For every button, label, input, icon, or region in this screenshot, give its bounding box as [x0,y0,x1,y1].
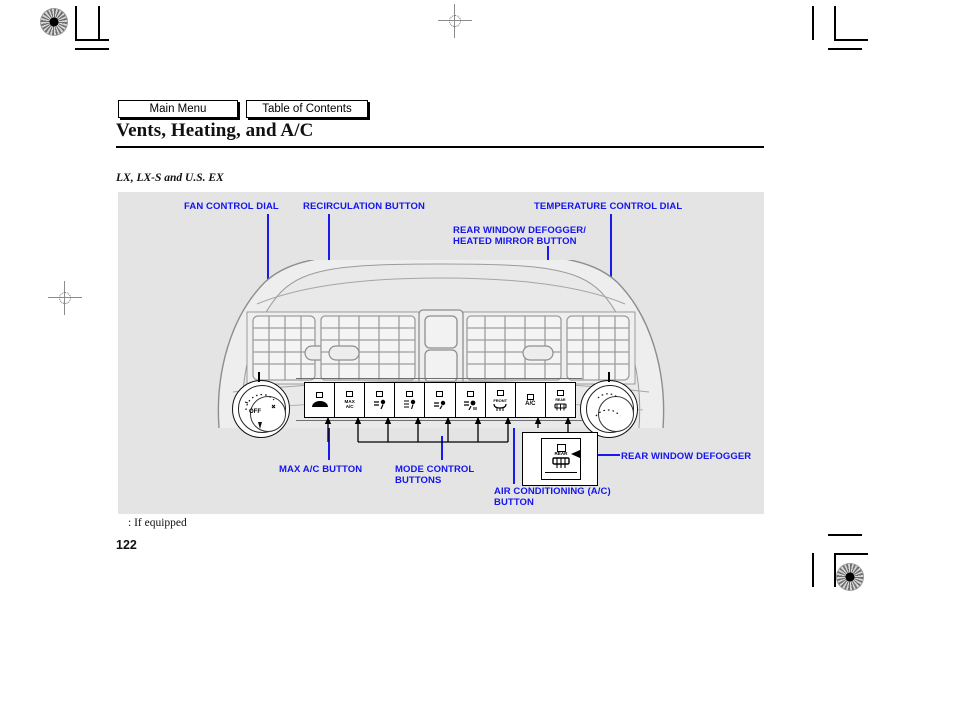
crop-mark [75,48,109,50]
registration-crosshair-top [438,4,472,38]
registration-rosette-bottom-right [836,563,864,591]
title-divider [116,146,764,148]
rear-defogger-led [556,389,564,396]
recirculation-icon [311,400,328,407]
crop-mark [828,534,862,536]
callout-mode-control-buttons: MODE CONTROL BUTTONS [395,464,475,486]
mode-foot-icon [433,400,446,409]
front-defroster-button[interactable]: FRONT [486,383,516,417]
crop-mark [834,39,868,41]
mode-foot-led [436,391,444,397]
mode-face-icon [373,399,385,409]
fan-dial-markings: OFF [244,393,276,429]
max-ac-label: MAX A/C [344,399,355,409]
model-subtitle: LX, LX-S and U.S. EX [116,172,224,184]
climate-button-bar: MAX A/C FRONT A/C REAR [304,382,576,418]
mode-face-foot-led [406,391,414,397]
callout-fan-control-dial: FAN CONTROL DIAL [184,201,279,212]
mode-button-foot-defrost[interactable] [456,383,486,417]
callout-ac-button: AIR CONDITIONING (A/C) BUTTON [494,486,611,508]
rear-defogger-detail-box: REAR [522,432,598,486]
page-title: Vents, Heating, and A/C [116,120,314,141]
illustration-panel: FAN CONTROL DIAL RECIRCULATION BUTTON TE… [118,192,764,514]
svg-text:OFF: OFF [249,409,261,415]
callout-recirculation-button: RECIRCULATION BUTTON [303,201,425,212]
callout-rear-window-defogger: REAR WINDOW DEFOGGER [621,451,752,462]
mode-button-face-foot[interactable] [395,383,426,417]
air-conditioning-label: A/C [525,400,536,407]
crop-mark [834,553,868,555]
crop-mark [75,39,109,41]
mode-foot-defrost-icon [463,400,477,410]
crop-mark [75,6,77,40]
detail-arrowhead [571,450,580,458]
rear-defogger-icon [554,402,567,410]
page-number: 122 [116,538,137,552]
mode-button-foot[interactable] [425,383,456,417]
table-of-contents-button[interactable]: Table of Contents [246,100,368,118]
panel-trim-top [296,378,582,380]
detail-defogger-icon [552,457,570,468]
callout-temperature-control-dial: TEMPERATURE CONTROL DIAL [534,201,683,212]
rear-defogger-button[interactable]: REAR [546,383,575,417]
footnote: : If equipped [128,517,187,529]
air-conditioning-led [526,393,534,400]
crop-mark [812,6,814,40]
recirculation-led [316,391,324,398]
crop-mark [828,48,862,50]
crop-mark [834,553,836,587]
max-ac-led [346,391,354,397]
recirculation-button[interactable] [305,383,336,417]
mode-button-face[interactable] [365,383,396,417]
mode-foot-defrost-led [466,390,474,397]
crop-mark [98,6,100,40]
detail-divider [545,472,577,474]
main-menu-button[interactable]: Main Menu [118,100,238,118]
temperature-dial-pointer [608,372,610,382]
mode-face-led [376,391,384,397]
callout-rear-defogger-heated-mirror: REAR WINDOW DEFOGGER/ HEATED MIRROR BUTT… [453,225,586,247]
crop-mark [812,553,814,587]
max-ac-button[interactable]: MAX A/C [335,383,366,417]
front-defroster-led [496,389,504,396]
mode-face-foot-icon [403,399,416,409]
crop-mark [834,6,836,40]
front-defroster-icon [493,403,507,411]
registration-crosshair-left [48,281,82,315]
registration-rosette-top-left [40,8,68,36]
air-conditioning-button[interactable]: A/C [516,383,546,417]
fan-dial-pointer [258,372,260,382]
